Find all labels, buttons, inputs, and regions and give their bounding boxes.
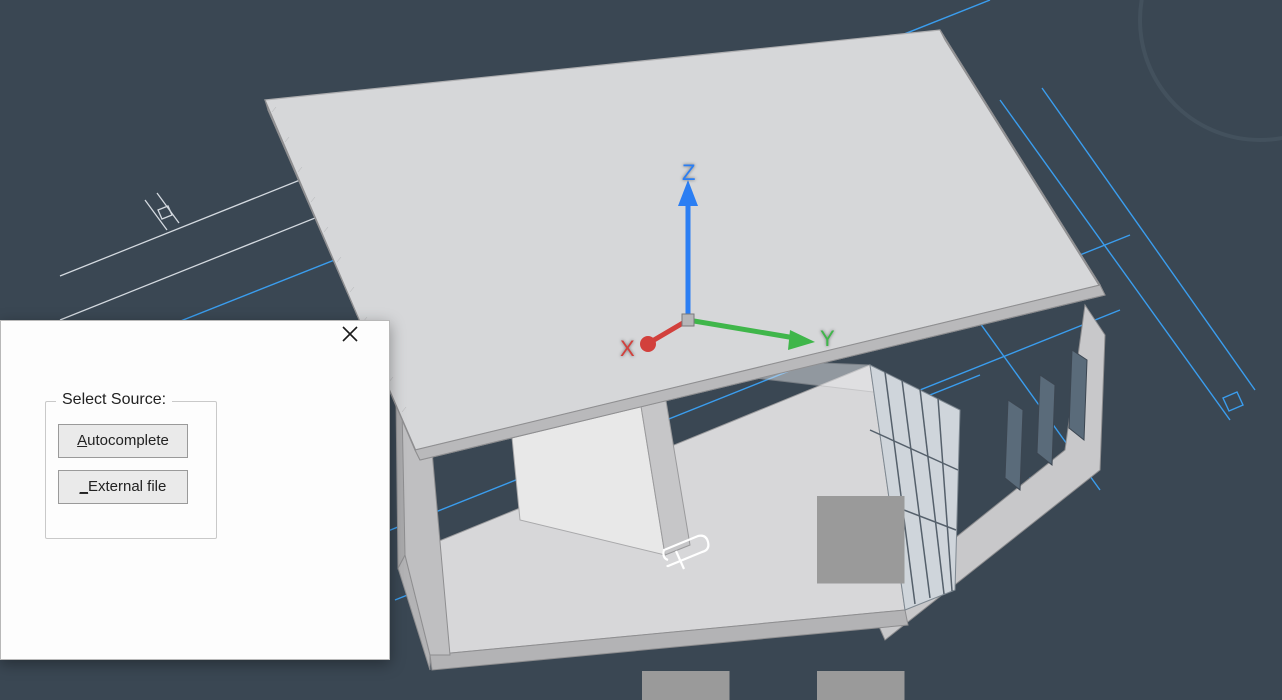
- select-source-dialog: Select Source: Autocomplete _External fi…: [0, 320, 390, 660]
- resize-grip-icon[interactable]: [1, 321, 1282, 700]
- cad-3d-viewport[interactable]: Z Y X Select Source: Autocomplete _Exter…: [0, 0, 1282, 700]
